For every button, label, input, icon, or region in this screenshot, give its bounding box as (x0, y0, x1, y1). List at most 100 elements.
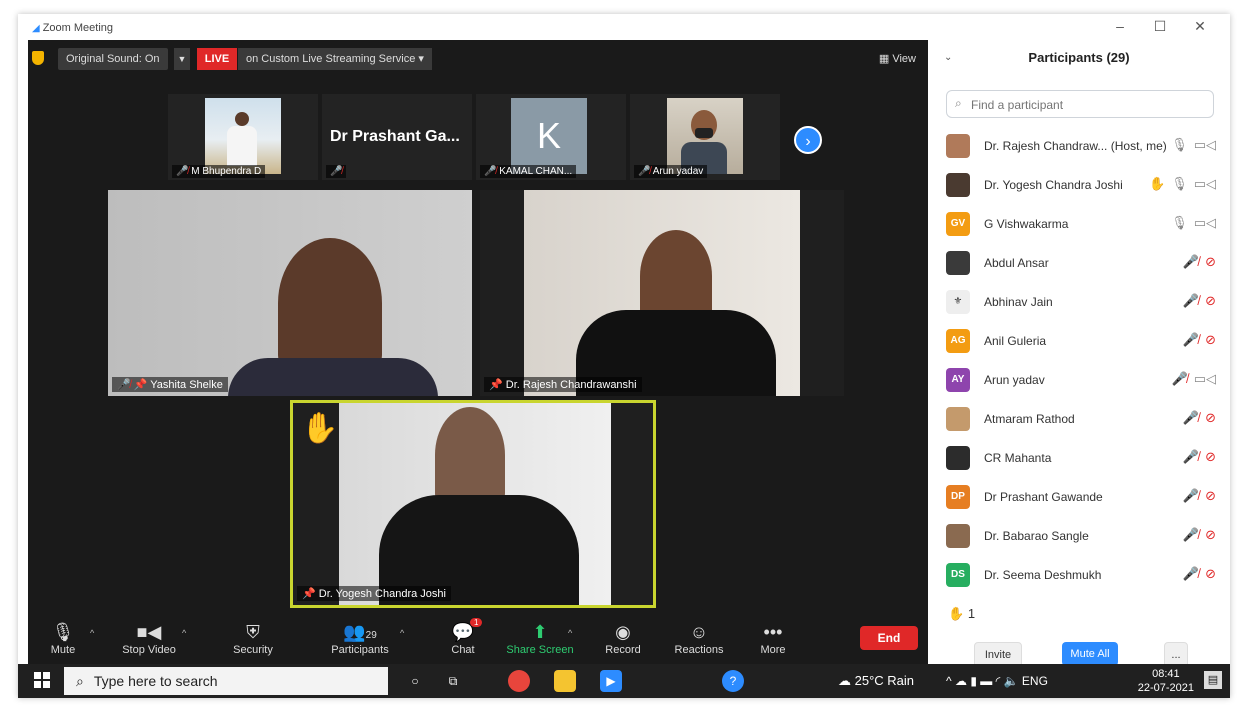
weather-text: 25°C Rain (854, 673, 915, 688)
cortana-icon[interactable]: ○ (404, 670, 426, 692)
mic-muted-icon[interactable]: 🎤̸ (1183, 254, 1199, 269)
mic-muted-icon[interactable]: 🎤̸ (1183, 332, 1199, 347)
participant-row[interactable]: Atmaram Rathod 🎤̸ ⊘ (928, 401, 1230, 440)
original-sound-button[interactable]: Original Sound: On (58, 48, 168, 70)
taskbar-search[interactable]: ⌕ Type here to search (64, 667, 388, 695)
participant-search-input[interactable] (969, 94, 1213, 116)
video-off-icon[interactable]: ⊘ (1205, 566, 1216, 581)
video-on-icon[interactable]: ▭◁ (1194, 215, 1216, 230)
volume-icon[interactable]: 🔈 (1004, 674, 1019, 688)
participant-row[interactable]: Dr. Yogesh Chandra Joshi ✋ 🎙 ▭◁ (928, 167, 1230, 206)
thumbnail-bhupendra[interactable]: 🎤̸ M Bhupendra D (168, 94, 318, 180)
reactions-button[interactable]: ☺ Reactions (664, 620, 734, 656)
weather-widget[interactable]: ☁ 25°C Rain (838, 664, 914, 698)
status-icons: 🎙 ▭◁ (1171, 137, 1216, 153)
thumbnail-label: 🎤̸ KAMAL CHAN... (480, 165, 577, 178)
system-clock[interactable]: 08:41 22-07-2021 (1138, 667, 1194, 695)
mic-on-icon[interactable]: 🎙 (1171, 176, 1188, 191)
participant-row[interactable]: AY Arun yadav 🎤̸ ▭◁ (928, 362, 1230, 401)
participant-row[interactable]: Abdul Ansar 🎤̸ ⊘ (928, 245, 1230, 284)
participant-body (228, 358, 438, 396)
participant-row[interactable]: DS Dr. Seema Deshmukh 🎤̸ ⊘ (928, 557, 1230, 588)
ellipsis-icon: ••• (763, 622, 783, 642)
avatar (946, 524, 970, 548)
maximize-button[interactable]: ☐ (1140, 18, 1180, 35)
participant-name: Dr. Seema Deshmukh (984, 568, 1102, 582)
stop-video-button[interactable]: ■◀ Stop Video (114, 620, 184, 656)
tile-yogesh-active-speaker[interactable]: ✋ 📌 Dr. Yogesh Chandra Joshi (290, 400, 656, 608)
file-explorer-icon[interactable] (554, 670, 576, 692)
share-options-icon[interactable]: ^ (568, 628, 572, 638)
participant-row[interactable]: ⚜ Abhinav Jain 🎤̸ ⊘ (928, 284, 1230, 323)
mic-muted-icon[interactable]: 🎤̸ (1183, 449, 1199, 464)
avatar: AY (946, 368, 970, 392)
mic-muted-icon[interactable]: 🎤̸ (1183, 488, 1199, 503)
system-tray[interactable]: ^ ☁ ▮ ▬ ◜ 🔈 ENG (946, 664, 1048, 698)
next-page-arrow-icon[interactable]: › (794, 126, 822, 154)
mute-all-button[interactable]: Mute All (1062, 642, 1118, 666)
participant-row[interactable]: GV G Vishwakarma 🎙 ▭◁ (928, 206, 1230, 245)
video-on-icon[interactable]: ▭◁ (1194, 176, 1216, 191)
participants-options-icon[interactable]: ^ (400, 628, 404, 638)
video-on-icon[interactable]: ▭◁ (1194, 137, 1216, 152)
share-screen-button[interactable]: ⬆ Share Screen (500, 620, 580, 656)
tray-chevron-icon[interactable]: ^ (946, 674, 952, 688)
thumbnail-name: KAMAL CHAN... (499, 166, 573, 177)
minimize-button[interactable]: – (1100, 18, 1140, 34)
video-off-icon[interactable]: ⊘ (1205, 449, 1216, 464)
participant-row[interactable]: AG Anil Guleria 🎤̸ ⊘ (928, 323, 1230, 362)
participant-row[interactable]: CR Mahanta 🎤̸ ⊘ (928, 440, 1230, 479)
task-view-icon[interactable]: ⧉ (442, 670, 464, 692)
security-label: Security (233, 644, 273, 656)
record-label: Record (605, 644, 641, 656)
video-on-icon[interactable]: ▭◁ (1194, 371, 1216, 386)
mic-on-icon[interactable]: 🎙 (1171, 215, 1188, 230)
chat-button[interactable]: 💬 1 Chat (428, 618, 498, 656)
mic-muted-icon[interactable]: 🎤̸ (1183, 410, 1199, 425)
video-off-icon[interactable]: ⊘ (1205, 527, 1216, 542)
mic-muted-icon[interactable]: 🎤̸ (1183, 293, 1199, 308)
streaming-service-dropdown[interactable]: on Custom Live Streaming Service ▾ (238, 48, 432, 70)
mic-on-icon[interactable]: 🎙 (1171, 137, 1188, 152)
mic-muted-icon[interactable]: 🎤̸ (1183, 566, 1199, 581)
video-off-icon[interactable]: ⊘ (1205, 488, 1216, 503)
tile-label: 📌 Dr. Yogesh Chandra Joshi (297, 586, 451, 601)
thumbnail-kamal[interactable]: K 🎤̸ KAMAL CHAN... (476, 94, 626, 180)
participant-name: Dr. Rajesh Chandraw... (Host, me) (984, 139, 1167, 153)
participant-search[interactable]: ⌕ (946, 90, 1214, 118)
language-indicator[interactable]: ENG (1022, 674, 1048, 688)
participant-row[interactable]: Dr. Babarao Sangle 🎤̸ ⊘ (928, 518, 1230, 557)
thumbnail-arun[interactable]: 🎤̸ Arun yadav (630, 94, 780, 180)
record-button[interactable]: ◉ Record (588, 620, 658, 656)
security-button[interactable]: ⛨ Security (218, 620, 288, 656)
mute-button[interactable]: 🎙 Mute (28, 620, 98, 656)
video-off-icon[interactable]: ⊘ (1205, 332, 1216, 347)
end-meeting-button[interactable]: End (860, 626, 918, 650)
video-off-icon[interactable]: ⊘ (1205, 293, 1216, 308)
help-icon[interactable]: ? (722, 670, 744, 692)
participant-row[interactable]: Dr. Rajesh Chandraw... (Host, me) 🎙 ▭◁ (928, 128, 1230, 167)
mic-muted-icon[interactable]: 🎤̸ (1183, 527, 1199, 542)
mic-muted-icon[interactable]: 🎤̸ (1172, 371, 1188, 386)
video-off-icon[interactable]: ⊘ (1205, 254, 1216, 269)
notification-icon[interactable]: ▤ (1204, 671, 1222, 689)
tile-yashita[interactable]: 🎤̸ 📌 Yashita Shelke (108, 190, 472, 396)
video-off-icon[interactable]: ⊘ (1205, 410, 1216, 425)
thumbnail-prashant[interactable]: Dr Prashant Ga... 🎤̸ (322, 94, 472, 180)
participants-button[interactable]: 👥29 Participants (318, 620, 402, 656)
participant-row[interactable]: DP Dr Prashant Gawande 🎤̸ ⊘ (928, 479, 1230, 518)
chrome-icon[interactable] (508, 670, 530, 692)
status-icons: 🎤̸ ⊘ (1183, 332, 1216, 348)
more-button[interactable]: ••• More (738, 620, 808, 656)
original-sound-dropdown-icon[interactable]: ▼ (174, 48, 190, 70)
network-icon: ▬ (980, 674, 993, 688)
windows-start-icon[interactable] (34, 672, 50, 688)
mute-options-icon[interactable]: ^ (90, 628, 94, 638)
mic-muted-icon: 🎤̸ (176, 166, 189, 177)
close-button[interactable]: ✕ (1180, 18, 1220, 35)
tile-rajesh[interactable]: 📌 Dr. Rajesh Chandrawanshi (480, 190, 844, 396)
zoom-taskbar-icon[interactable]: ▶ (600, 670, 622, 692)
security-shield-icon[interactable] (32, 51, 44, 65)
video-options-icon[interactable]: ^ (182, 628, 186, 638)
view-button[interactable]: ▦ View (879, 48, 916, 70)
